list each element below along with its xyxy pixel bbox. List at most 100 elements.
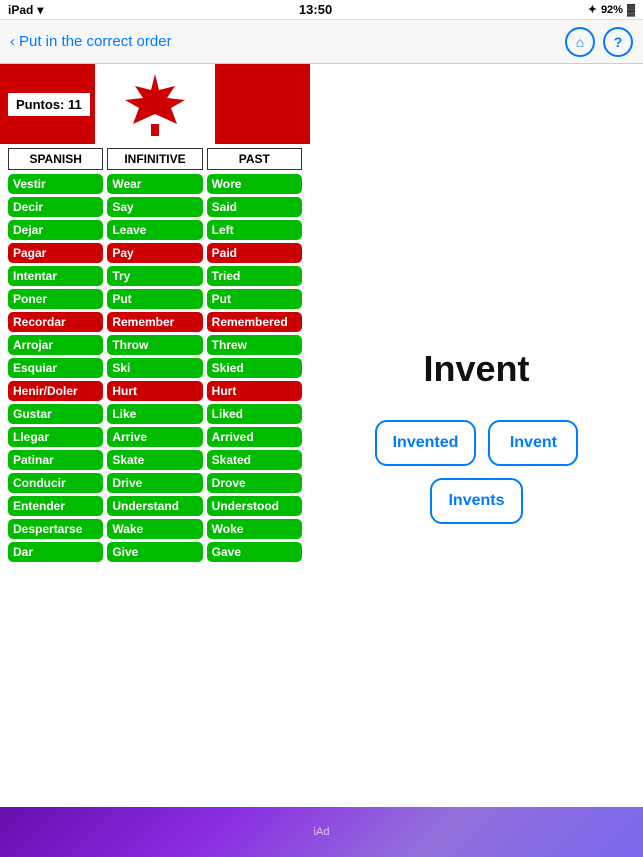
back-chevron-icon: ‹ xyxy=(10,33,15,50)
flag-header: Puntos: 11 xyxy=(0,64,310,144)
cell-spanish: Dejar xyxy=(8,220,103,240)
current-word: Invent xyxy=(423,348,529,390)
back-button[interactable]: ‹ Put in the correct order xyxy=(10,33,172,50)
cell-past: Arrived xyxy=(207,427,302,447)
cell-spanish: Pagar xyxy=(8,243,103,263)
table-row: EntenderUnderstandUnderstood xyxy=(8,496,302,516)
cell-infinitive: Remember xyxy=(107,312,202,332)
left-panel: Puntos: 11 SPANISH INFINITIVE PAST Vesti… xyxy=(0,64,310,807)
cell-infinitive: Understand xyxy=(107,496,202,516)
col-header-spanish: SPANISH xyxy=(8,148,103,170)
cell-past: Left xyxy=(207,220,302,240)
cell-past: Skied xyxy=(207,358,302,378)
cell-spanish: Vestir xyxy=(8,174,103,194)
ipad-label: iPad xyxy=(8,3,33,17)
col-header-past: PAST xyxy=(207,148,302,170)
table-row: DecirSaySaid xyxy=(8,197,302,217)
cell-spanish: Henir/Doler xyxy=(8,381,103,401)
nav-bar: ‹ Put in the correct order ⌂ ? xyxy=(0,20,643,64)
table-row: RecordarRememberRemembered xyxy=(8,312,302,332)
home-button[interactable]: ⌂ xyxy=(565,27,595,57)
table-row: PatinarSkateSkated xyxy=(8,450,302,470)
flag-red-left: Puntos: 11 xyxy=(0,64,95,144)
answer-options: Invented Invent Invents xyxy=(330,420,623,524)
cell-spanish: Intentar xyxy=(8,266,103,286)
cell-infinitive: Throw xyxy=(107,335,202,355)
cell-infinitive: Put xyxy=(107,289,202,309)
status-left: iPad ▾ xyxy=(8,3,43,17)
cell-past: Drove xyxy=(207,473,302,493)
answer-option-2[interactable]: Invents xyxy=(430,478,522,524)
table-row: PagarPayPaid xyxy=(8,243,302,263)
cell-infinitive: Hurt xyxy=(107,381,202,401)
cell-past: Hurt xyxy=(207,381,302,401)
cell-infinitive: Pay xyxy=(107,243,202,263)
answer-option-0[interactable]: Invented xyxy=(375,420,477,466)
cell-spanish: Entender xyxy=(8,496,103,516)
table-row: EsquiarSkiSkied xyxy=(8,358,302,378)
cell-infinitive: Drive xyxy=(107,473,202,493)
cell-spanish: Arrojar xyxy=(8,335,103,355)
table-row: DespertarseWakeWoke xyxy=(8,519,302,539)
cell-infinitive: Give xyxy=(107,542,202,562)
status-bar: iPad ▾ 13:50 ✦ 92% ▓ xyxy=(0,0,643,20)
cell-past: Said xyxy=(207,197,302,217)
nav-title: Put in the correct order xyxy=(19,33,172,50)
cell-past: Remembered xyxy=(207,312,302,332)
cell-past: Gave xyxy=(207,542,302,562)
cell-past: Wore xyxy=(207,174,302,194)
cell-spanish: Poner xyxy=(8,289,103,309)
cell-spanish: Despertarse xyxy=(8,519,103,539)
cell-past: Tried xyxy=(207,266,302,286)
cell-past: Paid xyxy=(207,243,302,263)
cell-past: Woke xyxy=(207,519,302,539)
cell-past: Put xyxy=(207,289,302,309)
cell-infinitive: Like xyxy=(107,404,202,424)
flag-red-right xyxy=(215,64,310,144)
battery-icon: ▓ xyxy=(627,4,635,16)
table-row: LlegarArriveArrived xyxy=(8,427,302,447)
cell-past: Skated xyxy=(207,450,302,470)
table-row: DejarLeaveLeft xyxy=(8,220,302,240)
cell-past: Understood xyxy=(207,496,302,516)
cell-past: Liked xyxy=(207,404,302,424)
cell-infinitive: Arrive xyxy=(107,427,202,447)
maple-leaf-icon xyxy=(115,72,195,137)
cell-infinitive: Wear xyxy=(107,174,202,194)
status-time: 13:50 xyxy=(299,2,332,17)
table-row: GustarLikeLiked xyxy=(8,404,302,424)
table-row: ArrojarThrowThrew xyxy=(8,335,302,355)
flag-center xyxy=(95,64,215,144)
cell-past: Threw xyxy=(207,335,302,355)
table-row: PonerPutPut xyxy=(8,289,302,309)
vocab-table: SPANISH INFINITIVE PAST VestirWearWore De… xyxy=(0,148,310,562)
cell-infinitive: Try xyxy=(107,266,202,286)
table-row: ConducirDriveDrove xyxy=(8,473,302,493)
cell-spanish: Gustar xyxy=(8,404,103,424)
table-header: SPANISH INFINITIVE PAST xyxy=(8,148,302,170)
cell-spanish: Conducir xyxy=(8,473,103,493)
wifi-icon: ▾ xyxy=(37,3,43,17)
table-row: DarGiveGave xyxy=(8,542,302,562)
nav-icons: ⌂ ? xyxy=(565,27,633,57)
ad-banner: iAd xyxy=(0,807,643,857)
cell-infinitive: Skate xyxy=(107,450,202,470)
help-button[interactable]: ? xyxy=(603,27,633,57)
answer-option-1[interactable]: Invent xyxy=(488,420,578,466)
col-header-infinitive: INFINITIVE xyxy=(107,148,202,170)
table-row: Henir/DolerHurtHurt xyxy=(8,381,302,401)
cell-infinitive: Ski xyxy=(107,358,202,378)
ad-label: iAd xyxy=(314,826,330,838)
cell-spanish: Recordar xyxy=(8,312,103,332)
main-content: Puntos: 11 SPANISH INFINITIVE PAST Vesti… xyxy=(0,64,643,807)
battery-label: 92% xyxy=(601,4,623,16)
cell-spanish: Patinar xyxy=(8,450,103,470)
points-badge: Puntos: 11 xyxy=(8,93,90,116)
cell-spanish: Esquiar xyxy=(8,358,103,378)
cell-spanish: Decir xyxy=(8,197,103,217)
cell-spanish: Dar xyxy=(8,542,103,562)
right-panel: Invent Invented Invent Invents xyxy=(310,64,643,807)
cell-infinitive: Say xyxy=(107,197,202,217)
bluetooth-icon: ✦ xyxy=(588,3,597,16)
cell-infinitive: Leave xyxy=(107,220,202,240)
